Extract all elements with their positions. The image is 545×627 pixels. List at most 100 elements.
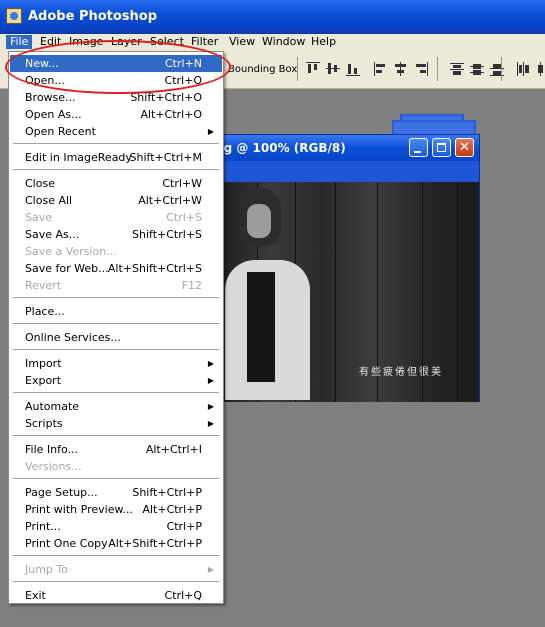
submenu-arrow-icon: ▶ [207, 376, 214, 385]
menu-item-label: Scripts [25, 417, 63, 430]
menu-item-open-as[interactable]: Open As... Alt+Ctrl+O [10, 106, 222, 123]
menu-item-versions: Versions... [10, 458, 222, 475]
menu-item-shortcut: Alt+Ctrl+W [138, 194, 202, 207]
menu-item-file-info[interactable]: File Info... Alt+Ctrl+I [10, 441, 222, 458]
app-title: Adobe Photoshop [28, 9, 158, 24]
menu-separator [13, 392, 219, 394]
photo-caption: 有些疲倦但很美 [359, 367, 443, 378]
menu-item-label: Browse... [25, 91, 76, 104]
align-right-icon[interactable] [414, 62, 428, 76]
menu-item-label: Edit in ImageReady [25, 151, 132, 164]
menu-file[interactable]: File [6, 35, 33, 49]
close-icon: ✕ [459, 140, 470, 155]
align-vcenter-icon[interactable] [326, 62, 340, 76]
menu-item-label: Place... [25, 305, 65, 318]
submenu-arrow-icon: ▶ [207, 565, 214, 574]
app-title-bar: Adobe Photoshop [0, 0, 545, 34]
menu-item-label: Jump To [25, 563, 68, 576]
menu-item-shortcut: Ctrl+P [166, 520, 202, 533]
menu-item-save-as[interactable]: Save As... Shift+Ctrl+S [10, 226, 222, 243]
menu-item-jump-to: Jump To ▶ [10, 561, 222, 578]
person-face [247, 204, 271, 238]
menu-item-label: Save As... [25, 228, 80, 241]
menu-item-label: Save for Web... [25, 262, 109, 275]
menu-item-label: Open Recent [25, 125, 96, 138]
menu-item-shortcut: Ctrl+S [166, 211, 202, 224]
menu-item-shortcut: Alt+Ctrl+O [140, 108, 202, 121]
menu-item-label: File Info... [25, 443, 79, 456]
distribute-hcenter-icon[interactable] [536, 62, 545, 76]
menu-view[interactable]: View [229, 35, 255, 49]
document-window[interactable]: pg @ 100% (RGB/8) ✕ 有些疲倦但很美 [212, 134, 480, 402]
show-bounding-box-label[interactable]: Bounding Box [228, 64, 297, 75]
menu-separator [13, 478, 219, 480]
submenu-arrow-icon: ▶ [207, 127, 214, 136]
menu-item-label: Automate [25, 400, 80, 413]
menu-item-shortcut: Shift+Ctrl+M [129, 151, 203, 164]
toolbar-separator [297, 57, 298, 81]
menu-item-label: Exit [25, 589, 46, 602]
menu-item-close-all[interactable]: Close All Alt+Ctrl+W [10, 192, 222, 209]
menu-item-place[interactable]: Place... [10, 303, 222, 320]
menu-item-label: Online Services... [25, 331, 121, 344]
menu-item-label: Export [25, 374, 62, 387]
menu-item-revert: Revert F12 [10, 277, 222, 294]
annotation-ellipse [5, 40, 231, 94]
menu-item-shortcut: Alt+Ctrl+I [145, 443, 202, 456]
menu-item-label: Print... [25, 520, 61, 533]
menu-item-label: Open As... [25, 108, 82, 121]
menu-help[interactable]: Help [311, 35, 336, 49]
menu-item-save-a-version: Save a Version... [10, 243, 222, 260]
toolbar-separator [437, 57, 438, 81]
menu-item-shortcut: Ctrl+Q [164, 589, 202, 602]
close-button[interactable]: ✕ [455, 138, 474, 157]
menu-item-save-for-web[interactable]: Save for Web... Alt+Shift+Ctrl+S [10, 260, 222, 277]
maximize-icon [433, 139, 450, 156]
menu-item-print[interactable]: Print... Ctrl+P [10, 518, 222, 535]
align-left-icon[interactable] [374, 62, 388, 76]
menu-item-exit[interactable]: Exit Ctrl+Q [10, 587, 222, 604]
menu-item-import[interactable]: Import ▶ [10, 355, 222, 372]
menu-item-label: Print with Preview... [25, 503, 133, 516]
menu-item-page-setup[interactable]: Page Setup... Shift+Ctrl+P [10, 484, 222, 501]
menu-item-label: Import [25, 357, 62, 370]
menu-separator [13, 581, 219, 583]
menu-item-online-services[interactable]: Online Services... [10, 329, 222, 346]
distribute-top-icon[interactable] [450, 62, 464, 76]
menu-item-automate[interactable]: Automate ▶ [10, 398, 222, 415]
menu-item-close[interactable]: Close Ctrl+W [10, 175, 222, 192]
document-title-bar[interactable]: pg @ 100% (RGB/8) ✕ [213, 135, 479, 161]
minimize-button[interactable] [409, 138, 428, 157]
menu-window[interactable]: Window [262, 35, 305, 49]
menu-separator [13, 297, 219, 299]
wood-plank-line [457, 182, 458, 402]
menu-item-print-with-preview[interactable]: Print with Preview... Alt+Ctrl+P [10, 501, 222, 518]
wood-plank-line [335, 182, 336, 402]
menu-item-open-recent[interactable]: Open Recent ▶ [10, 123, 222, 140]
menu-item-label: Save a Version... [25, 245, 117, 258]
menu-item-label: Close [25, 177, 55, 190]
menu-item-label: Print One Copy [25, 537, 108, 550]
align-hcenter-icon[interactable] [394, 62, 408, 76]
menu-item-shortcut: Alt+Ctrl+P [142, 503, 202, 516]
toolbar-separator [501, 57, 502, 81]
align-top-icon[interactable] [306, 62, 320, 76]
photoshop-app-icon [6, 8, 22, 24]
menu-item-export[interactable]: Export ▶ [10, 372, 222, 389]
document-canvas-photo[interactable]: 有些疲倦但很美 [217, 182, 479, 402]
submenu-arrow-icon: ▶ [207, 419, 214, 428]
person-shirt [247, 272, 275, 382]
file-menu-dropdown: New... Ctrl+N Open... Ctrl+O Browse... Shif… [8, 51, 224, 604]
distribute-left-icon[interactable] [516, 62, 530, 76]
menu-item-label: Page Setup... [25, 486, 98, 499]
menu-item-scripts[interactable]: Scripts ▶ [10, 415, 222, 432]
menu-item-shortcut: Alt+Shift+Ctrl+S [107, 262, 202, 275]
menu-separator [13, 323, 219, 325]
align-bottom-icon[interactable] [346, 62, 360, 76]
distribute-vcenter-icon[interactable] [470, 62, 484, 76]
menu-item-save: Save Ctrl+S [10, 209, 222, 226]
menu-item-edit-in-imageready[interactable]: Edit in ImageReady Shift+Ctrl+M [10, 149, 222, 166]
menu-separator [13, 435, 219, 437]
menu-item-print-one-copy[interactable]: Print One Copy Alt+Shift+Ctrl+P [10, 535, 222, 552]
maximize-button[interactable] [432, 138, 451, 157]
